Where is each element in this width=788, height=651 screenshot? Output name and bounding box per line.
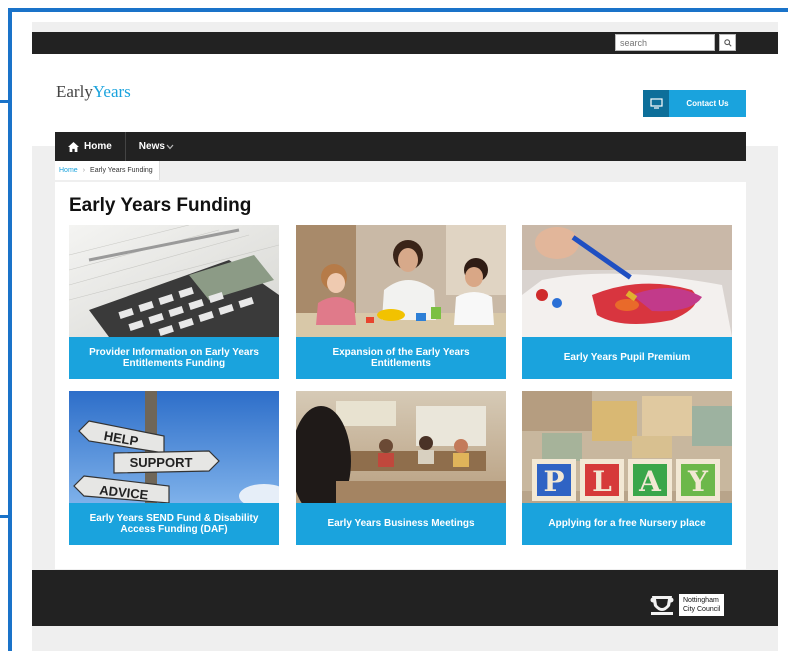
classroom-image <box>296 391 506 503</box>
main-wrapper: Home News Home › Early Years Funding Ear… <box>55 132 746 569</box>
council-logo[interactable]: Nottingham City Council <box>649 594 725 616</box>
tile-send-fund[interactable]: HELP SUPPORT ADVICE Early Years SEND Fun… <box>69 391 279 545</box>
svg-text:P: P <box>543 465 564 498</box>
council-crest-icon <box>650 596 674 615</box>
breadcrumb: Home › Early Years Funding <box>55 161 160 180</box>
tile-label: Expansion of the Early Years Entitlement… <box>296 337 506 379</box>
tile-label: Early Years SEND Fund & Disability Acces… <box>69 503 279 545</box>
tile-label: Applying for a free Nursery place <box>522 503 732 545</box>
svg-text:Y: Y <box>687 465 709 498</box>
frame-decoration <box>0 100 10 103</box>
svg-text:SUPPORT: SUPPORT <box>130 455 193 470</box>
chevron-down-icon <box>166 144 174 149</box>
signpost-image: HELP SUPPORT ADVICE <box>69 391 279 503</box>
tile-pupil-premium[interactable]: Early Years Pupil Premium <box>522 225 732 379</box>
contact-us-label: Contact Us <box>686 99 729 108</box>
tile-business-meetings[interactable]: Early Years Business Meetings <box>296 391 506 545</box>
frame-decoration <box>8 8 788 12</box>
children-playing-image <box>296 225 506 337</box>
calculator-image <box>69 225 279 337</box>
page: EarlyYears Contact Us Home News Home › E… <box>32 22 778 651</box>
page-title: Early Years Funding <box>69 195 252 216</box>
tile-label: Provider Information on Early Years Enti… <box>69 337 279 379</box>
main-content: Early Years Funding Provider Information… <box>55 182 746 569</box>
top-bar <box>32 32 778 54</box>
nav-item-label: News <box>138 141 165 152</box>
breadcrumb-home-link[interactable]: Home <box>59 167 78 174</box>
breadcrumb-current: Early Years Funding <box>90 167 153 174</box>
monitor-icon <box>643 90 669 117</box>
svg-text:L: L <box>592 465 612 498</box>
tile-nursery-place[interactable]: P L A Y Applying for a free Nursery plac… <box>522 391 732 545</box>
home-icon <box>68 141 79 152</box>
tile-label: Early Years Business Meetings <box>296 503 506 545</box>
frame-decoration <box>8 8 12 651</box>
council-name: Nottingham City Council <box>679 594 725 616</box>
play-blocks-image: P L A Y <box>522 391 732 503</box>
svg-text:A: A <box>638 465 662 498</box>
tile-label: Early Years Pupil Premium <box>522 337 732 379</box>
search-button[interactable] <box>719 34 736 51</box>
search-icon <box>723 38 732 47</box>
site-logo[interactable]: EarlyYears <box>56 82 131 102</box>
tile-expansion-entitlements[interactable]: Expansion of the Early Years Entitlement… <box>296 225 506 379</box>
site-footer: Nottingham City Council <box>32 570 778 626</box>
nav-item-label: Home <box>84 141 112 152</box>
tile-provider-information[interactable]: Provider Information on Early Years Enti… <box>69 225 279 379</box>
contact-us-button[interactable]: Contact Us <box>643 90 746 117</box>
nav-item-home[interactable]: Home <box>55 132 126 161</box>
main-nav: Home News <box>55 132 746 161</box>
nav-item-news[interactable]: News <box>126 132 187 161</box>
painting-image <box>522 225 732 337</box>
breadcrumb-separator-icon: › <box>82 167 86 174</box>
search-input[interactable] <box>615 34 715 51</box>
frame-decoration <box>0 515 10 518</box>
